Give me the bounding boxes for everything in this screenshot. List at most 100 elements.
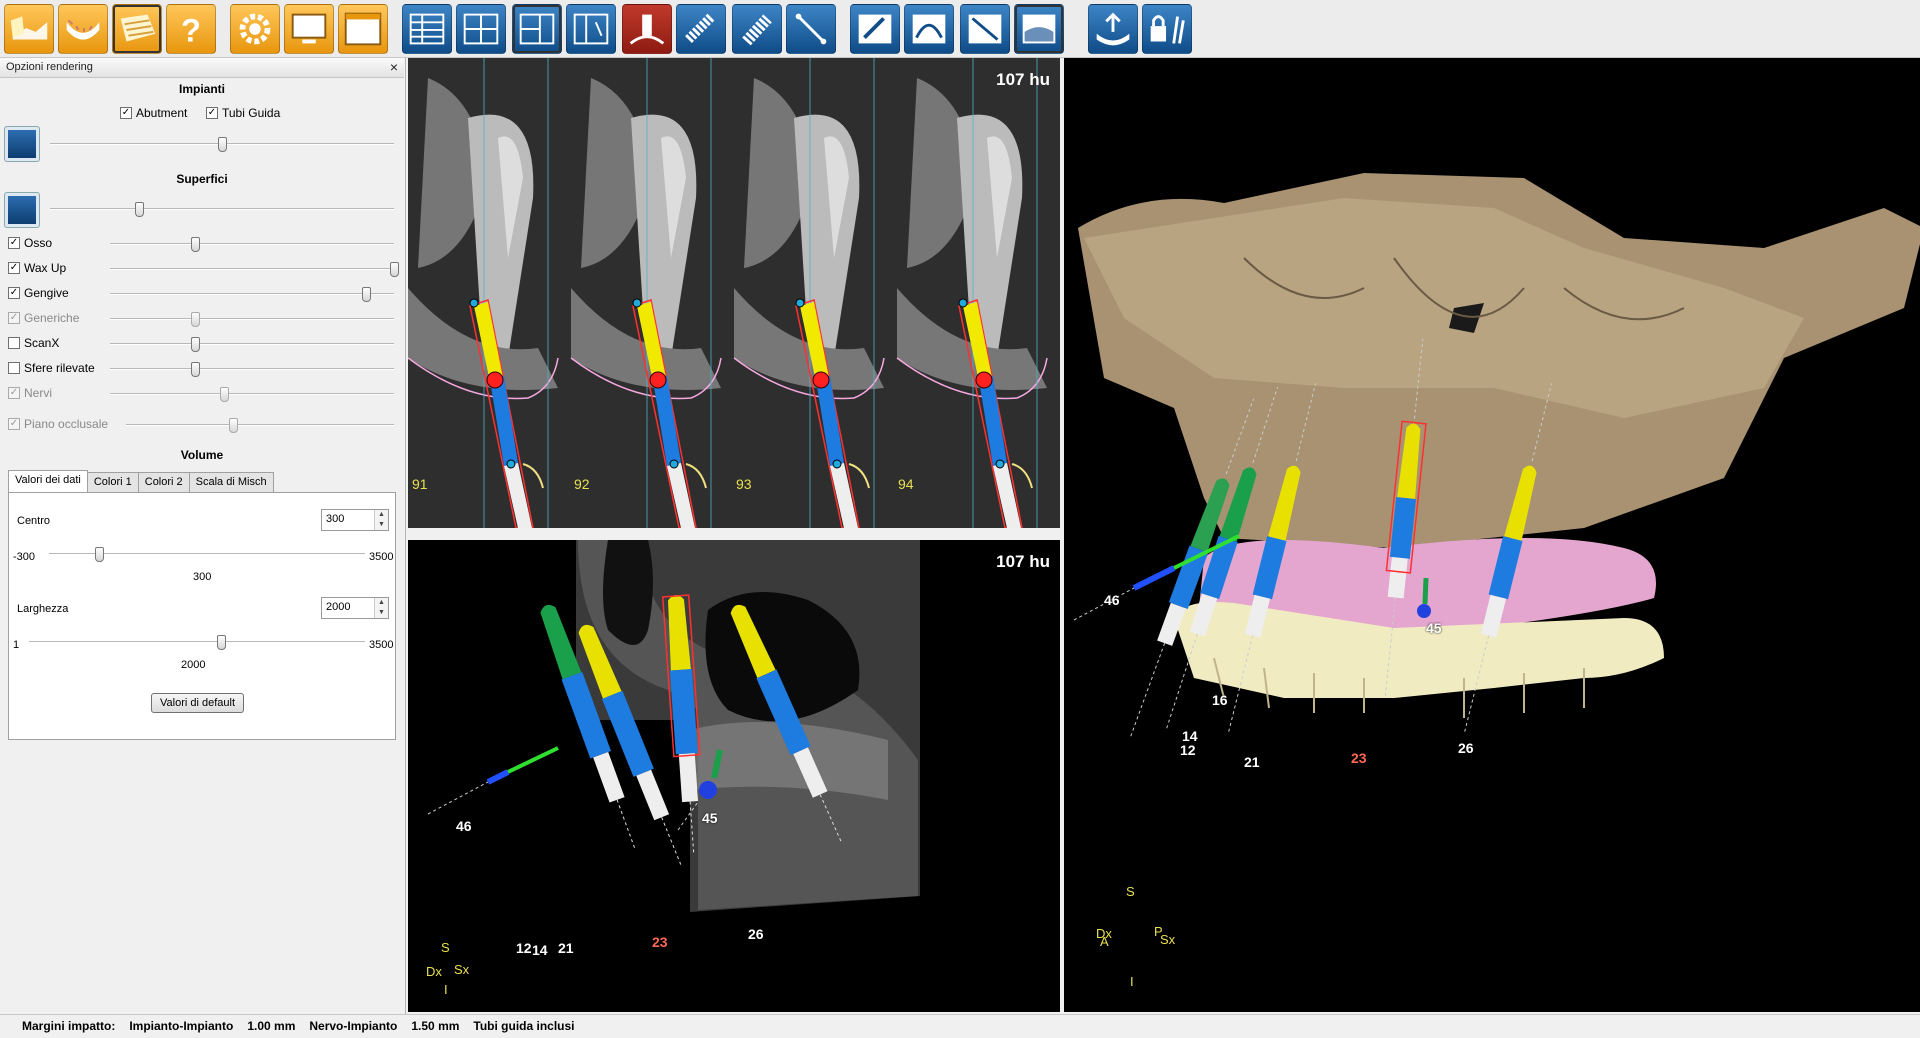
export-tray-icon[interactable]: [1088, 4, 1138, 54]
surface-opacity-slider[interactable]: [110, 287, 394, 302]
implant-opacity-slider[interactable]: [50, 137, 394, 152]
cross-slice[interactable]: [408, 58, 571, 528]
implant-label-23[interactable]: 23: [652, 934, 668, 950]
larghezza-spinbox[interactable]: 2000 ▲ ▼: [321, 597, 389, 619]
implant-red-icon[interactable]: [622, 4, 672, 54]
slider-thumb[interactable]: [361, 287, 371, 302]
slider-thumb[interactable]: [135, 202, 145, 217]
surface-checkbox[interactable]: ✓ Wax Up: [8, 261, 66, 275]
tab-colori-1[interactable]: Colori 1: [86, 472, 139, 492]
orient-superior: S: [1126, 884, 1135, 899]
implant-label-12[interactable]: 12: [516, 940, 532, 956]
panoramic-icon[interactable]: [960, 4, 1010, 54]
monitor-icon[interactable]: [284, 4, 334, 54]
implant-label-26[interactable]: 26: [748, 926, 764, 942]
implant-opacity-button[interactable]: [4, 126, 40, 162]
layout-mpr-icon[interactable]: [566, 4, 616, 54]
implant-screw-icon[interactable]: [676, 4, 726, 54]
guide-tubes-status: Tubi guida inclusi: [473, 1019, 575, 1033]
surface-opacity-slider[interactable]: [110, 362, 394, 377]
layout-grid-icon[interactable]: [456, 4, 506, 54]
surface-opacity-slider[interactable]: [110, 237, 394, 252]
slider-thumb[interactable]: [191, 312, 201, 327]
slider-thumb[interactable]: [219, 387, 229, 402]
implant-46[interactable]: [427, 746, 559, 815]
slider-track: [110, 318, 394, 320]
surface-label: Sfere rilevate: [24, 361, 95, 375]
surface-checkbox[interactable]: Sfere rilevate: [8, 361, 95, 375]
slider-thumb[interactable]: [216, 635, 226, 650]
larghezza-max-label: 3500: [369, 639, 394, 651]
implant-label-14[interactable]: 14: [532, 942, 548, 958]
close-icon[interactable]: ×: [390, 59, 398, 75]
surface-checkbox[interactable]: ✓ Osso: [8, 236, 52, 250]
model-label-23[interactable]: 23: [1351, 750, 1367, 766]
model-label-12[interactable]: 12: [1180, 742, 1196, 758]
tab-valori-dei-dati[interactable]: Valori dei dati: [8, 470, 88, 492]
status-bar: Margini impatto: Impianto-Impianto 1.00 …: [0, 1014, 1920, 1038]
occlusal-plane-label: Piano occlusale: [24, 417, 109, 431]
cross-section-view[interactable]: 107 hu 91 92 93 94: [408, 58, 1060, 528]
orient-left: Sx: [454, 962, 470, 977]
axial-view[interactable]: 107 hu 46 45 12 14 21 23 26 S Dx Sx I: [408, 540, 1060, 1012]
surface-opacity-slider[interactable]: [110, 337, 394, 352]
nerve-impl-value: 1.50 mm: [411, 1019, 460, 1033]
cross-slice[interactable]: [570, 58, 734, 528]
slider-thumb[interactable]: [191, 362, 201, 377]
tab-scala-di-misch[interactable]: Scala di Misch: [188, 472, 274, 492]
surfaces-master-slider[interactable]: [50, 202, 394, 217]
layout-list-icon[interactable]: [402, 4, 452, 54]
screw-icon[interactable]: [732, 4, 782, 54]
bone-icon[interactable]: [112, 4, 162, 54]
model-label-45[interactable]: 45: [1426, 620, 1442, 636]
slice-number: 92: [574, 476, 590, 492]
implant-label-46[interactable]: 46: [456, 818, 472, 834]
measure-line-icon[interactable]: [786, 4, 836, 54]
larghezza-slider[interactable]: [29, 635, 365, 650]
model-3d-view[interactable]: 46 45 16 14 12 21 23 26 S Dx A P Sx I: [1064, 58, 1920, 1012]
window-icon[interactable]: [338, 4, 388, 54]
settings-gear-icon[interactable]: [230, 4, 280, 54]
centro-slider[interactable]: [49, 547, 365, 562]
centro-min-label: -300: [13, 551, 36, 563]
jaw-icon[interactable]: [58, 4, 108, 54]
guide-tubes-checkbox[interactable]: ✓ Tubi Guida: [206, 106, 280, 120]
help-icon[interactable]: ?: [166, 4, 216, 54]
implant-label-45[interactable]: 45: [702, 810, 718, 826]
spin-arrows-icon[interactable]: ▲ ▼: [374, 598, 388, 618]
surface-label: Wax Up: [24, 261, 67, 275]
centro-spinbox[interactable]: 300 ▲ ▼: [321, 509, 389, 531]
slider-thumb[interactable]: [94, 547, 104, 562]
model-label-16[interactable]: 16: [1212, 692, 1228, 708]
checkbox-check-icon: ✓: [8, 418, 20, 430]
slider-thumb[interactable]: [390, 262, 399, 277]
cross-slice[interactable]: [896, 58, 1060, 528]
tab-colori-2[interactable]: Colori 2: [137, 472, 190, 492]
slider-thumb[interactable]: [191, 237, 201, 252]
implant-label-21[interactable]: 21: [558, 940, 574, 956]
slider-thumb[interactable]: [218, 137, 227, 152]
slider-thumb[interactable]: [191, 337, 201, 352]
slider-track: [110, 368, 394, 370]
lock-tools-icon[interactable]: [1142, 4, 1192, 54]
open-scan-icon[interactable]: [4, 4, 54, 54]
surfaces-opacity-button[interactable]: [4, 192, 40, 228]
draw-edit-icon[interactable]: [850, 4, 900, 54]
cross-slice[interactable]: [733, 58, 897, 528]
abutment-checkbox[interactable]: ✓ Abutment: [120, 106, 187, 120]
model-label-46[interactable]: 46: [1104, 592, 1120, 608]
surface-icon[interactable]: [1014, 4, 1064, 54]
abutment-label: Abutment: [136, 106, 188, 120]
layout-split-icon[interactable]: [512, 4, 562, 54]
default-values-button[interactable]: Valori di default: [151, 693, 245, 713]
spin-arrows-icon[interactable]: ▲ ▼: [374, 510, 388, 530]
model-label-26[interactable]: 26: [1458, 740, 1474, 756]
surface-checkbox[interactable]: ScanX: [8, 336, 59, 350]
curve-icon[interactable]: [904, 4, 954, 54]
surface-checkbox[interactable]: ✓ Gengive: [8, 286, 69, 300]
surface-label: Osso: [24, 236, 53, 250]
surface-opacity-slider[interactable]: [110, 262, 399, 277]
model-label-21[interactable]: 21: [1244, 754, 1260, 770]
orient-superior: S: [441, 940, 450, 955]
larghezza-spin-value: 2000: [326, 601, 351, 613]
